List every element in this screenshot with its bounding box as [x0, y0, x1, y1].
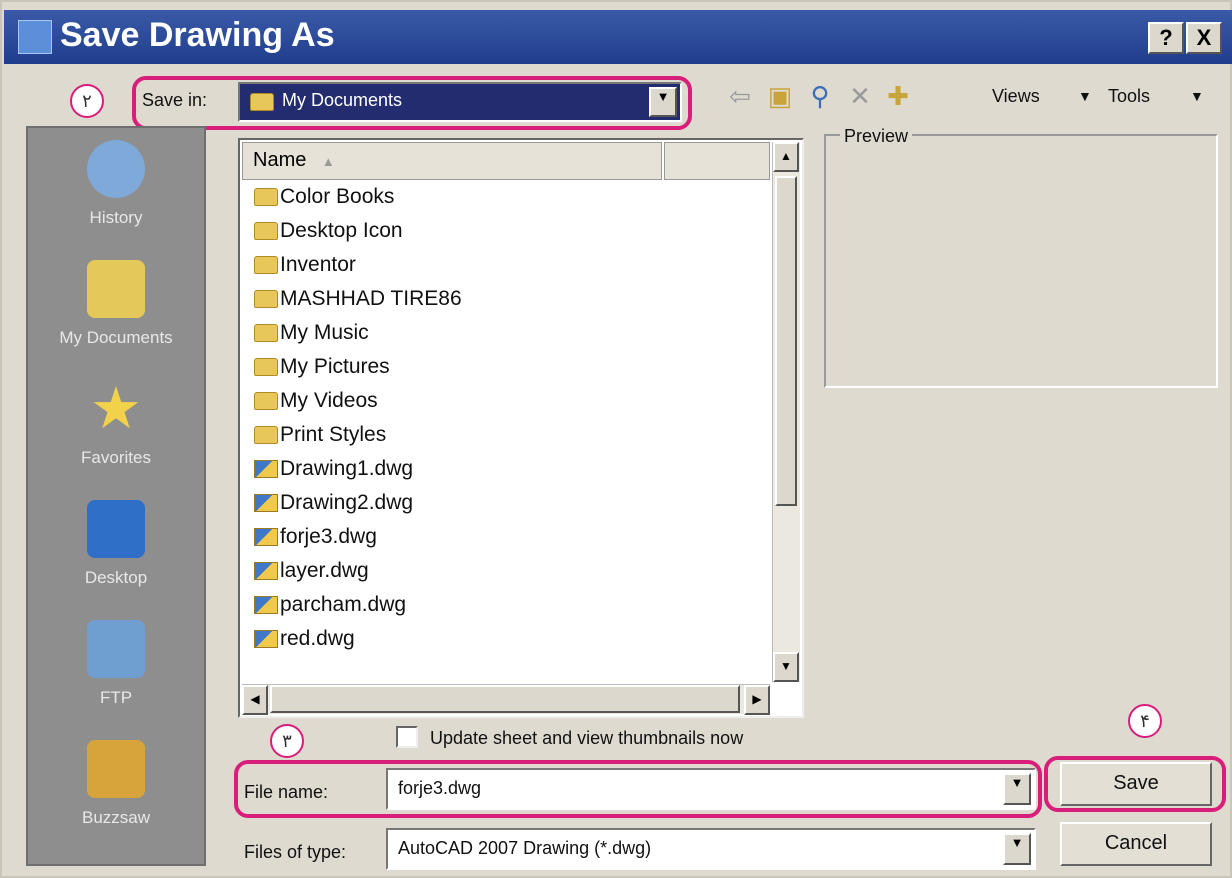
list-item[interactable]: Print Styles — [254, 418, 386, 452]
place-label: History — [89, 208, 143, 227]
pictures-folder-icon — [254, 358, 278, 377]
callout-4: ۴ — [1128, 704, 1162, 738]
folder-icon — [254, 290, 278, 309]
file-name-value: forje3.dwg — [398, 778, 482, 798]
list-item[interactable]: forje3.dwg — [254, 520, 377, 554]
chevron-down-icon[interactable]: ▼ — [1003, 833, 1031, 865]
place-my-documents[interactable]: My Documents — [28, 260, 204, 348]
list-item[interactable]: Desktop Icon — [254, 214, 403, 248]
dwg-file-icon — [254, 630, 278, 649]
save-drawing-dialog: Save Drawing As ? X ٢ Save in: My Docume… — [0, 0, 1232, 878]
place-favorites[interactable]: ★ Favorites — [28, 380, 204, 468]
save-button[interactable]: Save — [1060, 762, 1212, 806]
folder-icon — [254, 426, 278, 445]
list-item[interactable]: My Music — [254, 316, 369, 350]
thumbnails-checkbox[interactable] — [396, 726, 418, 748]
delete-icon[interactable]: ✕ — [844, 80, 876, 112]
folder-icon — [250, 93, 274, 111]
scroll-thumb[interactable] — [775, 176, 797, 506]
list-item[interactable]: My Videos — [254, 384, 378, 418]
dwg-file-icon — [254, 494, 278, 513]
column-header-extra[interactable] — [664, 142, 770, 180]
file-name-label: File name: — [244, 782, 329, 802]
buzzsaw-icon — [87, 740, 145, 798]
preview-label: Preview — [840, 126, 913, 147]
vertical-scrollbar[interactable]: ▲ ▼ — [772, 142, 800, 682]
horizontal-scrollbar[interactable]: ◀ ▶ — [242, 684, 770, 715]
desktop-icon — [87, 500, 145, 558]
dialog-title: Save Drawing As — [60, 16, 335, 54]
new-folder-icon[interactable]: ✚ — [882, 80, 914, 112]
file-name-input[interactable]: forje3.dwg ▼ — [386, 768, 1036, 810]
place-desktop[interactable]: Desktop — [28, 500, 204, 588]
list-item[interactable]: Color Books — [254, 180, 394, 214]
file-type-dropdown[interactable]: AutoCAD 2007 Drawing (*.dwg) ▼ — [386, 828, 1036, 870]
back-icon[interactable]: ⇦ — [724, 80, 756, 112]
my-documents-icon — [87, 260, 145, 318]
list-item[interactable]: Inventor — [254, 248, 356, 282]
file-type-value: AutoCAD 2007 Drawing (*.dwg) — [398, 838, 652, 858]
callout-3: ٣ — [270, 724, 304, 758]
folder-icon — [254, 188, 278, 207]
sort-ascending-icon: ▲ — [321, 154, 335, 169]
thumbnails-checkbox-label: Update sheet and view thumbnails now — [430, 728, 744, 748]
favorites-icon: ★ — [90, 376, 142, 441]
column-header-name[interactable]: Name ▲ — [242, 142, 662, 180]
music-folder-icon — [254, 324, 278, 343]
place-buzzsaw[interactable]: Buzzsaw — [28, 740, 204, 828]
list-item[interactable]: MASHHAD TIRE86 — [254, 282, 462, 316]
ftp-icon — [87, 620, 145, 678]
chevron-down-icon[interactable]: ▼ — [649, 87, 677, 117]
place-ftp[interactable]: FTP — [28, 620, 204, 708]
title-bar: Save Drawing As ? X — [4, 10, 1232, 64]
dwg-file-icon — [254, 528, 278, 547]
dwg-file-icon — [254, 596, 278, 615]
scroll-right-icon[interactable]: ▶ — [744, 685, 770, 715]
list-item[interactable]: Drawing1.dwg — [254, 452, 413, 486]
list-item[interactable]: My Pictures — [254, 350, 390, 384]
callout-2: ٢ — [70, 84, 104, 118]
file-list[interactable]: Name ▲ Color Books Desktop Icon Inventor… — [238, 138, 804, 718]
preview-pane — [824, 134, 1218, 388]
scroll-down-icon[interactable]: ▼ — [773, 652, 799, 682]
save-in-dropdown[interactable]: My Documents ▼ — [238, 82, 682, 122]
tools-chevron-icon[interactable]: ▼ — [1190, 88, 1204, 104]
column-header-label: Name — [253, 149, 307, 171]
up-folder-icon[interactable]: ▣ — [764, 80, 796, 112]
tools-menu[interactable]: Tools — [1108, 86, 1150, 107]
app-icon — [18, 20, 52, 54]
list-item[interactable]: red.dwg — [254, 622, 355, 656]
save-in-value: My Documents — [282, 90, 403, 110]
place-label: My Documents — [59, 328, 173, 347]
folder-icon — [254, 222, 278, 241]
list-item[interactable]: Drawing2.dwg — [254, 486, 413, 520]
file-type-label: Files of type: — [244, 842, 347, 862]
dwg-file-icon — [254, 562, 278, 581]
place-label: Favorites — [81, 448, 151, 467]
place-label: Desktop — [84, 568, 148, 587]
save-in-label: Save in: — [142, 90, 208, 110]
scroll-left-icon[interactable]: ◀ — [242, 685, 268, 715]
history-icon — [87, 140, 145, 198]
views-chevron-icon[interactable]: ▼ — [1078, 88, 1092, 104]
dwg-file-icon — [254, 460, 278, 479]
places-bar: History My Documents ★ Favorites Desktop… — [26, 126, 206, 866]
views-menu[interactable]: Views — [992, 86, 1040, 107]
place-label: FTP — [99, 688, 133, 707]
search-web-icon[interactable]: ⚲ — [804, 80, 836, 112]
chevron-down-icon[interactable]: ▼ — [1003, 773, 1031, 805]
videos-folder-icon — [254, 392, 278, 411]
list-item[interactable]: parcham.dwg — [254, 588, 406, 622]
help-button[interactable]: ? — [1148, 22, 1184, 54]
cancel-button[interactable]: Cancel — [1060, 822, 1212, 866]
close-button[interactable]: X — [1186, 22, 1222, 54]
place-history[interactable]: History — [28, 140, 204, 228]
scroll-up-icon[interactable]: ▲ — [773, 142, 799, 172]
horizontal-scroll-thumb[interactable] — [270, 685, 740, 713]
folder-icon — [254, 256, 278, 275]
list-item[interactable]: layer.dwg — [254, 554, 369, 588]
place-label: Buzzsaw — [81, 808, 151, 827]
